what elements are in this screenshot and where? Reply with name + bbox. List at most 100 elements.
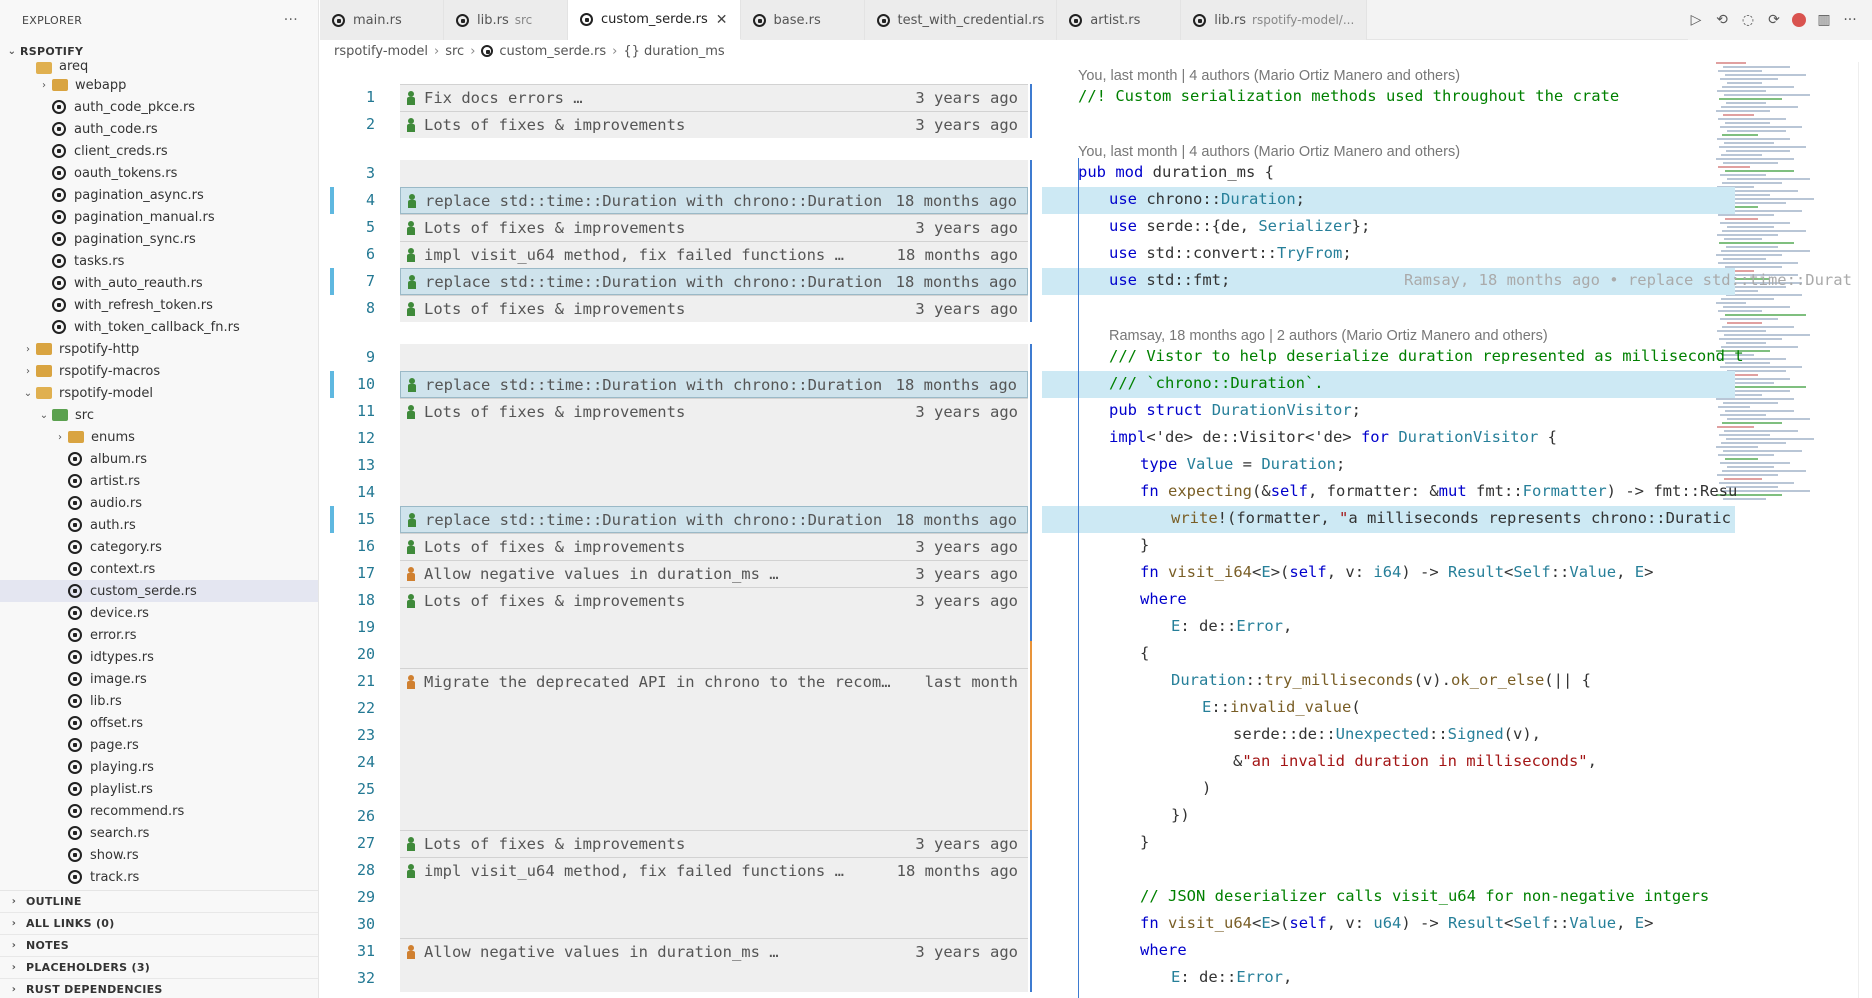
blame-annotation[interactable]: impl visit_u64 method, fix failed functi…	[400, 241, 1028, 268]
blame-annotation[interactable]: Fix docs errors … 3 years ago	[400, 84, 1028, 111]
blame-annotation[interactable]: Migrate the deprecated API in chrono to …	[400, 668, 1028, 695]
tree-item[interactable]: error.rs	[0, 624, 318, 646]
split-editor-icon[interactable]: ▥	[1816, 12, 1832, 28]
blame-annotation[interactable]	[400, 911, 1028, 938]
blame-annotation[interactable]	[400, 722, 1028, 749]
tab-base-rs[interactable]: base.rs	[740, 0, 865, 40]
tree-item[interactable]: pagination_sync.rs	[0, 228, 318, 250]
tree-item[interactable]: auth_code.rs	[0, 118, 318, 140]
tree-item[interactable]: search.rs	[0, 822, 318, 844]
code-lens-blame[interactable]: Ramsay, 18 months ago | 2 authors (Mario…	[1109, 328, 1548, 344]
blame-annotation[interactable]	[400, 614, 1028, 641]
blame-annotation[interactable]: replace std::time::Duration with chrono:…	[400, 187, 1028, 214]
tree-item[interactable]: areq	[0, 62, 318, 74]
breadcrumb-item[interactable]: custom_serde.rs	[499, 44, 606, 59]
tree-item[interactable]: with_refresh_token.rs	[0, 294, 318, 316]
tab-lib-rs[interactable]: lib.rs src	[444, 0, 568, 40]
tree-item[interactable]: album.rs	[0, 448, 318, 470]
go-forward-icon[interactable]: ⟳	[1766, 12, 1782, 28]
tree-root[interactable]: ⌄ RSPOTIFY	[0, 40, 318, 62]
breadcrumb-item[interactable]: src	[445, 44, 464, 59]
tree-item[interactable]: category.rs	[0, 536, 318, 558]
blame-annotation[interactable]: Lots of fixes & improvements 3 years ago	[400, 533, 1028, 560]
blame-annotation[interactable]	[400, 641, 1028, 668]
tree-item[interactable]: playlist.rs	[0, 778, 318, 800]
tree-item[interactable]: artist.rs	[0, 470, 318, 492]
blame-annotation[interactable]	[400, 452, 1028, 479]
code-editor[interactable]: You, last month | 4 authors (Mario Ortiz…	[320, 62, 1872, 998]
blame-annotation[interactable]: impl visit_u64 method, fix failed functi…	[400, 857, 1028, 884]
panel-notes[interactable]: › NOTES	[0, 935, 318, 957]
tab-lib-rs[interactable]: lib.rs rspotify-model/...	[1181, 0, 1368, 40]
avatar-icon[interactable]	[1792, 13, 1806, 27]
tree-item[interactable]: › enums	[0, 426, 318, 448]
tree-item[interactable]: context.rs	[0, 558, 318, 580]
overview-ruler[interactable]	[1858, 62, 1872, 998]
blame-annotation[interactable]: Lots of fixes & improvements 3 years ago	[400, 398, 1028, 425]
go-back-icon[interactable]: ⟲	[1714, 12, 1730, 28]
tree-item[interactable]: custom_serde.rs	[0, 580, 318, 602]
breadcrumb-item[interactable]: {} duration_ms	[623, 44, 724, 59]
tree-item[interactable]: ⌄ rspotify-model	[0, 382, 318, 404]
tree-item[interactable]: image.rs	[0, 668, 318, 690]
more-icon[interactable]: ···	[1842, 12, 1858, 28]
blame-icon[interactable]: ◌	[1740, 12, 1756, 28]
blame-annotation[interactable]	[400, 965, 1028, 992]
code-lens-blame[interactable]: You, last month | 4 authors (Mario Ortiz…	[1078, 68, 1460, 84]
tree-item[interactable]: auth_code_pkce.rs	[0, 96, 318, 118]
tree-item[interactable]: ⌄ src	[0, 404, 318, 426]
tab-main-rs[interactable]: main.rs	[320, 0, 444, 40]
tree-item[interactable]: lib.rs	[0, 690, 318, 712]
tree-item[interactable]: offset.rs	[0, 712, 318, 734]
tree-item[interactable]: › rspotify-macros	[0, 360, 318, 382]
blame-annotation[interactable]: replace std::time::Duration with chrono:…	[400, 268, 1028, 295]
tree-item[interactable]: auth.rs	[0, 514, 318, 536]
blame-annotation[interactable]: Lots of fixes & improvements 3 years ago	[400, 587, 1028, 614]
blame-annotation[interactable]: Lots of fixes & improvements 3 years ago	[400, 295, 1028, 322]
blame-annotation[interactable]: Allow negative values in duration_ms … 3 …	[400, 560, 1028, 587]
tree-item[interactable]: audio.rs	[0, 492, 318, 514]
tree-item[interactable]: with_token_callback_fn.rs	[0, 316, 318, 338]
tab-artist-rs[interactable]: artist.rs	[1057, 0, 1182, 40]
code-lens-blame[interactable]: You, last month | 4 authors (Mario Ortiz…	[1078, 144, 1460, 160]
tree-item[interactable]: pagination_async.rs	[0, 184, 318, 206]
tree-item[interactable]: pagination_manual.rs	[0, 206, 318, 228]
tree-item[interactable]: device.rs	[0, 602, 318, 624]
run-icon[interactable]: ▷	[1688, 12, 1704, 28]
tree-item[interactable]: page.rs	[0, 734, 318, 756]
tree-item[interactable]: playing.rs	[0, 756, 318, 778]
tree-item[interactable]: with_auto_reauth.rs	[0, 272, 318, 294]
tree-item[interactable]: client_creds.rs	[0, 140, 318, 162]
blame-annotation[interactable]: Allow negative values in duration_ms … 3 …	[400, 938, 1028, 965]
blame-annotation[interactable]: Lots of fixes & improvements 3 years ago	[400, 214, 1028, 241]
tree-item[interactable]: oauth_tokens.rs	[0, 162, 318, 184]
tree-item[interactable]: recommend.rs	[0, 800, 318, 822]
tree-item[interactable]: show.rs	[0, 844, 318, 866]
tree-item[interactable]: tasks.rs	[0, 250, 318, 272]
panel-rust-dependencies[interactable]: › RUST DEPENDENCIES	[0, 979, 318, 998]
blame-annotation[interactable]: replace std::time::Duration with chrono:…	[400, 506, 1028, 533]
tree-item[interactable]: track.rs	[0, 866, 318, 888]
tree-item[interactable]: › rspotify-http	[0, 338, 318, 360]
blame-annotation[interactable]	[400, 803, 1028, 830]
blame-annotation[interactable]: Lots of fixes & improvements 3 years ago	[400, 111, 1028, 138]
blame-annotation[interactable]	[400, 695, 1028, 722]
tree-item[interactable]: idtypes.rs	[0, 646, 318, 668]
close-icon[interactable]: ✕	[716, 12, 728, 28]
blame-annotation[interactable]	[400, 160, 1028, 187]
blame-annotation[interactable]: Lots of fixes & improvements 3 years ago	[400, 830, 1028, 857]
tab-test_with_credential-rs[interactable]: test_with_credential.rs	[864, 0, 1058, 40]
blame-annotation[interactable]	[400, 344, 1028, 371]
minimap[interactable]	[1716, 62, 1816, 532]
panel-outline[interactable]: › OUTLINE	[0, 891, 318, 913]
tab-custom_serde-rs[interactable]: custom_serde.rs ✕	[568, 0, 741, 40]
blame-annotation[interactable]	[400, 479, 1028, 506]
more-actions-icon[interactable]: ···	[284, 12, 298, 28]
blame-annotation[interactable]	[400, 749, 1028, 776]
panel-placeholders[interactable]: › PLACEHOLDERS (3)	[0, 957, 318, 979]
blame-annotation[interactable]	[400, 776, 1028, 803]
blame-annotation[interactable]	[400, 884, 1028, 911]
panel-all-links[interactable]: › ALL LINKS (0)	[0, 913, 318, 935]
blame-annotation[interactable]	[400, 425, 1028, 452]
tree-item[interactable]: › webapp	[0, 74, 318, 96]
